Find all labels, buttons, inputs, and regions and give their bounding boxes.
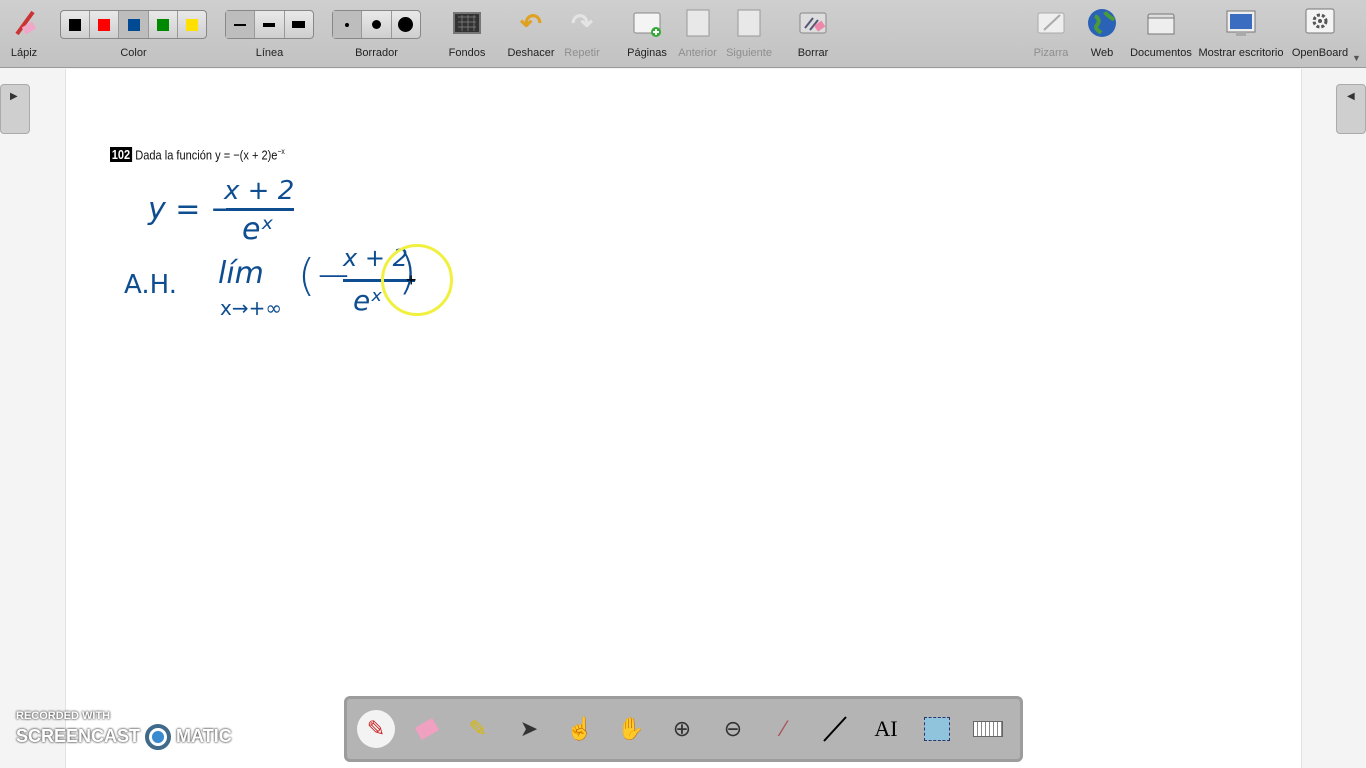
next-page-icon xyxy=(734,8,764,38)
clear-label: Borrar xyxy=(797,47,829,59)
zoom-out-tool[interactable]: ⊖ xyxy=(714,710,752,748)
hand-tool[interactable]: ✋ xyxy=(612,710,650,748)
text-tool[interactable]: AI xyxy=(867,710,905,748)
redo-icon: ↷ xyxy=(571,8,593,38)
eraser-label: Borrador xyxy=(355,47,398,59)
right-panel-toggle[interactable]: ◀ xyxy=(1336,84,1366,134)
whiteboard-canvas[interactable] xyxy=(65,69,1302,768)
board-icon xyxy=(1036,8,1066,38)
background-grid-icon xyxy=(452,8,482,38)
openboard-label: OpenBoard xyxy=(1291,47,1349,59)
previous-label: Anterior xyxy=(678,47,717,59)
expand-right-icon: ▶ xyxy=(10,91,18,102)
capture-icon xyxy=(924,717,950,741)
problem-text: Dada la función y = −(x + 2)e xyxy=(135,147,278,163)
board-label: Pizarra xyxy=(1033,47,1069,59)
ink-horizontal-asymptote-label: A.H. xyxy=(124,270,177,300)
folder-icon xyxy=(1146,8,1176,38)
watermark-line2: SCREENCAST xyxy=(16,725,141,746)
ink-denominator-1: eˣ xyxy=(242,212,274,247)
line-label: Línea xyxy=(255,47,284,59)
gear-icon xyxy=(1305,8,1335,38)
documents-label: Documentos xyxy=(1130,47,1192,59)
virtual-keyboard-tool[interactable] xyxy=(969,710,1007,748)
web-button[interactable]: Web xyxy=(1082,0,1122,68)
laser-pointer-tool[interactable]: ⁄ xyxy=(765,710,803,748)
color-label: Color xyxy=(120,47,147,59)
board-button[interactable]: Pizarra xyxy=(1030,0,1072,68)
eraser-icon xyxy=(414,717,440,741)
cursor-highlight-circle xyxy=(381,244,453,316)
problem-exponent: −x xyxy=(277,147,285,156)
zoom-in-tool[interactable]: ⊕ xyxy=(663,710,701,748)
pen-icon xyxy=(9,8,39,38)
problem-statement: 102 Dada la función y = −(x + 2)e−x xyxy=(110,147,285,163)
ink-y-equals: y = − xyxy=(148,192,236,227)
pages-button[interactable]: Páginas xyxy=(622,0,672,68)
next-label: Siguiente xyxy=(726,47,772,59)
selector-tool[interactable]: ➤ xyxy=(510,710,548,748)
pages-label: Páginas xyxy=(627,47,667,59)
backgrounds-label: Fondos xyxy=(448,47,486,59)
monitor-icon xyxy=(1226,8,1256,38)
marker-tool[interactable]: ✎ xyxy=(459,710,497,748)
web-label: Web xyxy=(1090,47,1114,59)
ink-numerator-1: x + 2 xyxy=(224,176,295,206)
clear-page-icon xyxy=(798,8,828,38)
previous-page-icon xyxy=(683,8,713,38)
interact-tool[interactable]: ☝ xyxy=(561,710,599,748)
add-page-icon xyxy=(632,8,662,38)
left-panel-toggle[interactable]: ▶ xyxy=(0,84,30,134)
screencast-logo-icon xyxy=(145,724,172,750)
redo-label: Repetir xyxy=(564,47,600,59)
problem-number: 102 xyxy=(110,147,132,163)
desktop-label: Mostrar escritorio xyxy=(1198,47,1284,59)
next-page-button[interactable]: Siguiente xyxy=(724,0,774,68)
ink-lim: lím xyxy=(218,256,264,291)
previous-page-button[interactable]: Anterior xyxy=(675,0,720,68)
ink-denominator-2: eˣ xyxy=(353,284,383,317)
openboard-menu-button[interactable]: OpenBoard xyxy=(1290,0,1350,68)
watermark-line3: MATIC xyxy=(176,725,232,746)
pen-tool[interactable]: ✎ xyxy=(357,710,395,748)
backgrounds-button[interactable]: Fondos xyxy=(442,0,492,68)
undo-button[interactable]: ↶ Deshacer xyxy=(505,0,557,68)
watermark-line1: RECORDED WITH xyxy=(16,710,111,722)
top-toolbar: Lápiz Color Línea Borrador Fondos ↶ Desh… xyxy=(0,0,1366,68)
screencast-watermark: RECORDED WITH SCREENCAST MATIC xyxy=(16,710,232,750)
globe-icon xyxy=(1087,8,1117,38)
pen-label: Lápiz xyxy=(10,47,38,59)
documents-button[interactable]: Documentos xyxy=(1130,0,1192,68)
line-tool[interactable] xyxy=(816,710,854,748)
keyboard-icon xyxy=(973,721,1003,737)
cursor-crosshair-icon: + xyxy=(406,270,417,290)
ink-lim-subscript: x→+∞ xyxy=(220,296,283,320)
pen-tool-button[interactable]: Lápiz xyxy=(0,0,48,68)
dropdown-arrow-icon[interactable]: ▼ xyxy=(1352,53,1361,63)
undo-icon: ↶ xyxy=(520,8,542,38)
ink-fraction-bar-1 xyxy=(226,208,294,211)
undo-label: Deshacer xyxy=(507,47,555,59)
expand-left-icon: ◀ xyxy=(1347,91,1355,102)
capture-tool[interactable] xyxy=(918,710,956,748)
clear-page-button[interactable]: Borrar xyxy=(790,0,836,68)
redo-button[interactable]: ↷ Repetir xyxy=(562,0,602,68)
show-desktop-button[interactable]: Mostrar escritorio xyxy=(1197,0,1285,68)
stylus-palette: ✎ ✎ ➤ ☝ ✋ ⊕ ⊖ ⁄ AI xyxy=(344,696,1023,762)
eraser-tool[interactable] xyxy=(408,710,446,748)
